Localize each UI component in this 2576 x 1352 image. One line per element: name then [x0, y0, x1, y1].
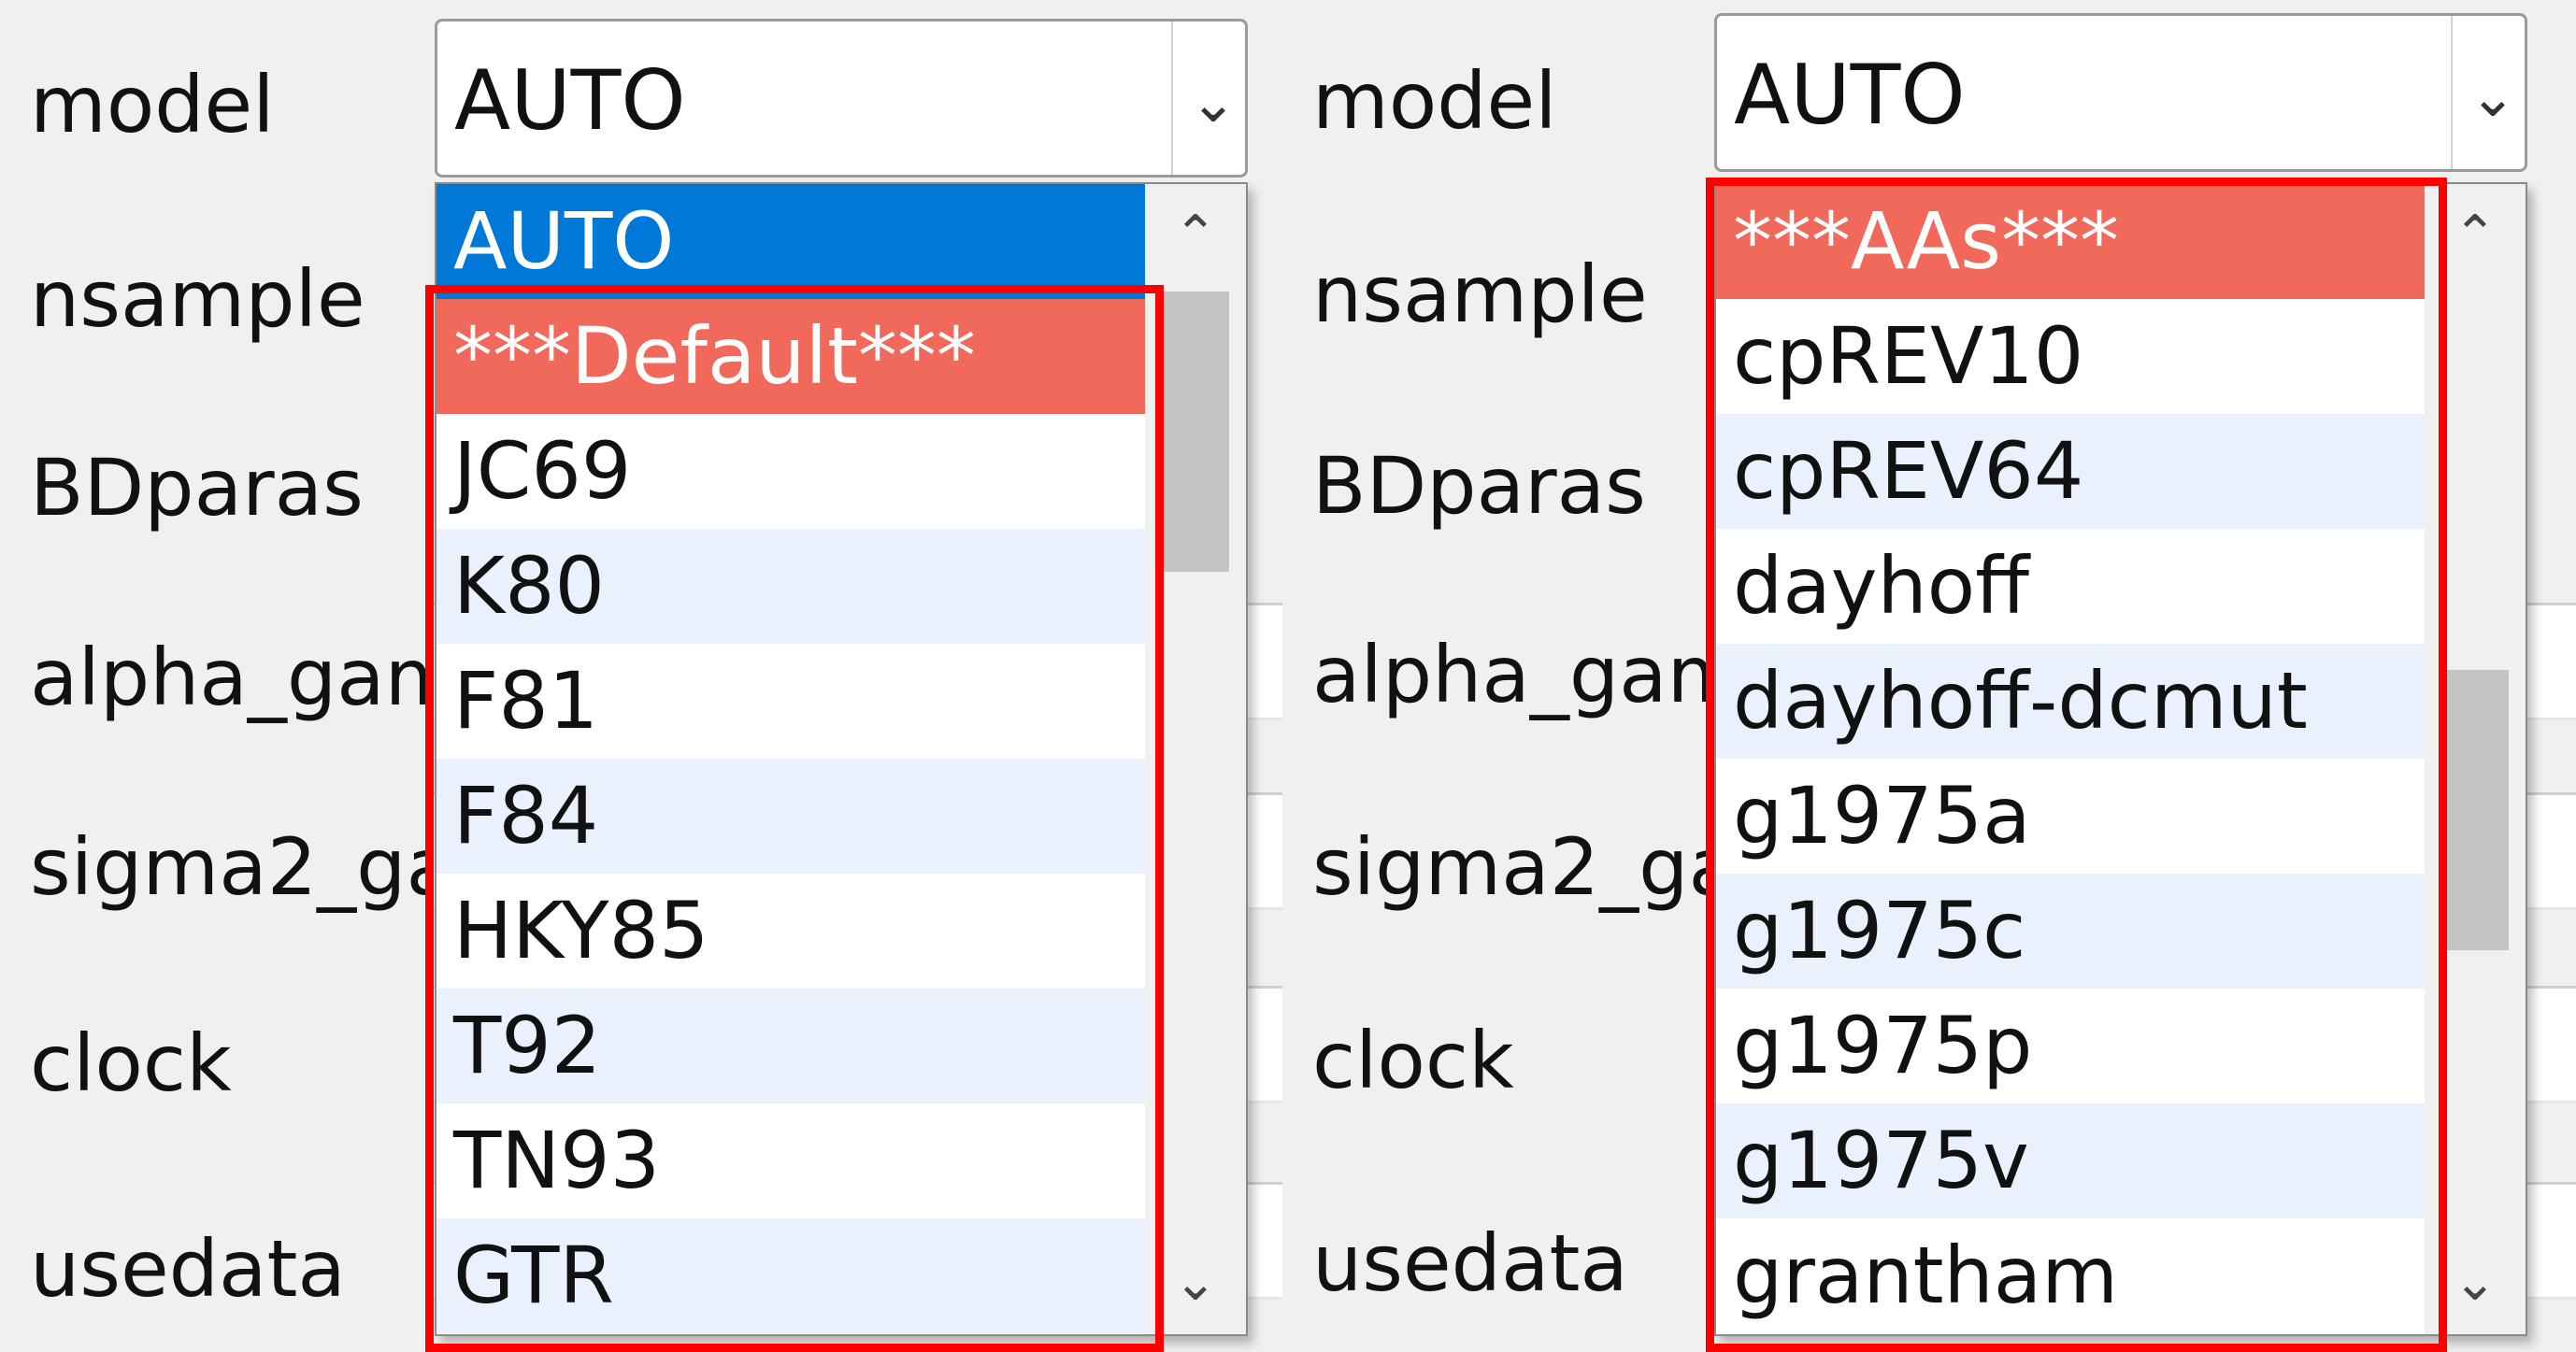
option-auto[interactable]: AUTO [436, 184, 1145, 299]
chevron-up-icon[interactable]: ⌃ [1145, 184, 1246, 287]
model-dropdown-list[interactable]: AUTO ***Default*** JC69 K80 F81 F84 HKY8… [435, 182, 1248, 1336]
combo-value: AUTO [454, 52, 686, 149]
combo-separator [1171, 21, 1173, 175]
option-item[interactable]: GTR [436, 1218, 1145, 1333]
label-usedata: usedata [1312, 1217, 1628, 1309]
option-item[interactable]: dayhoff-dcmut [1716, 644, 2425, 759]
option-item[interactable]: g1975p [1716, 989, 2425, 1103]
label-nsample: nsample [1312, 249, 1648, 340]
option-item[interactable]: K80 [436, 529, 1145, 644]
combo-separator [2451, 16, 2453, 169]
dropdown-scrollbar[interactable]: ⌃ ⌄ [1145, 184, 1246, 1334]
option-item[interactable]: g1975v [1716, 1103, 2425, 1218]
chevron-up-icon[interactable]: ⌃ [2425, 184, 2526, 287]
label-model: model [1312, 55, 1557, 147]
option-item[interactable]: T92 [436, 989, 1145, 1103]
left-panel: model nsample BDparas alpha_gamma sigma2… [0, 0, 1282, 1352]
option-item[interactable]: F84 [436, 759, 1145, 874]
dropdown-scrollbar[interactable]: ⌃ ⌄ [2425, 184, 2526, 1334]
chevron-down-icon[interactable]: ⌄ [2465, 55, 2521, 139]
model-combobox[interactable]: AUTO ⌄ [1714, 13, 2527, 172]
label-bdparas: BDparas [30, 442, 364, 534]
label-clock: clock [1312, 1015, 1514, 1106]
label-usedata: usedata [30, 1223, 346, 1315]
option-item[interactable]: JC69 [436, 414, 1145, 529]
option-item[interactable]: cpREV64 [1716, 414, 2425, 529]
dropdown-options: AUTO ***Default*** JC69 K80 F81 F84 HKY8… [436, 184, 1145, 1334]
model-dropdown-list[interactable]: ***AAs*** cpREV10 cpREV64 dayhoff dayhof… [1714, 182, 2527, 1336]
right-panel: model nsample BDparas alpha_gamma sigma2… [1282, 0, 2576, 1352]
option-group-header[interactable]: ***Default*** [436, 299, 1145, 414]
label-model: model [30, 59, 275, 150]
option-item[interactable]: HKY85 [436, 874, 1145, 989]
combo-value: AUTO [1734, 47, 1966, 143]
option-item[interactable]: g1975c [1716, 874, 2425, 989]
label-nsample: nsample [30, 253, 365, 345]
label-bdparas: BDparas [1312, 440, 1646, 532]
chevron-down-icon[interactable]: ⌄ [2425, 1231, 2526, 1334]
model-combobox[interactable]: AUTO ⌄ [435, 19, 1248, 178]
option-group-header[interactable]: ***AAs*** [1716, 184, 2425, 299]
dropdown-options: ***AAs*** cpREV10 cpREV64 dayhoff dayhof… [1716, 184, 2425, 1334]
chevron-down-icon[interactable]: ⌄ [1185, 61, 1241, 145]
chevron-down-icon[interactable]: ⌄ [1145, 1231, 1246, 1334]
option-item[interactable]: g1975a [1716, 759, 2425, 874]
scrollbar-thumb[interactable] [2443, 670, 2509, 950]
option-item[interactable]: grantham [1716, 1218, 2425, 1333]
option-item[interactable]: cpREV10 [1716, 299, 2425, 414]
option-item[interactable]: dayhoff [1716, 529, 2425, 644]
option-item[interactable]: F81 [436, 644, 1145, 759]
option-item[interactable]: TN93 [436, 1103, 1145, 1218]
scrollbar-thumb[interactable] [1164, 292, 1229, 572]
label-clock: clock [30, 1018, 232, 1109]
